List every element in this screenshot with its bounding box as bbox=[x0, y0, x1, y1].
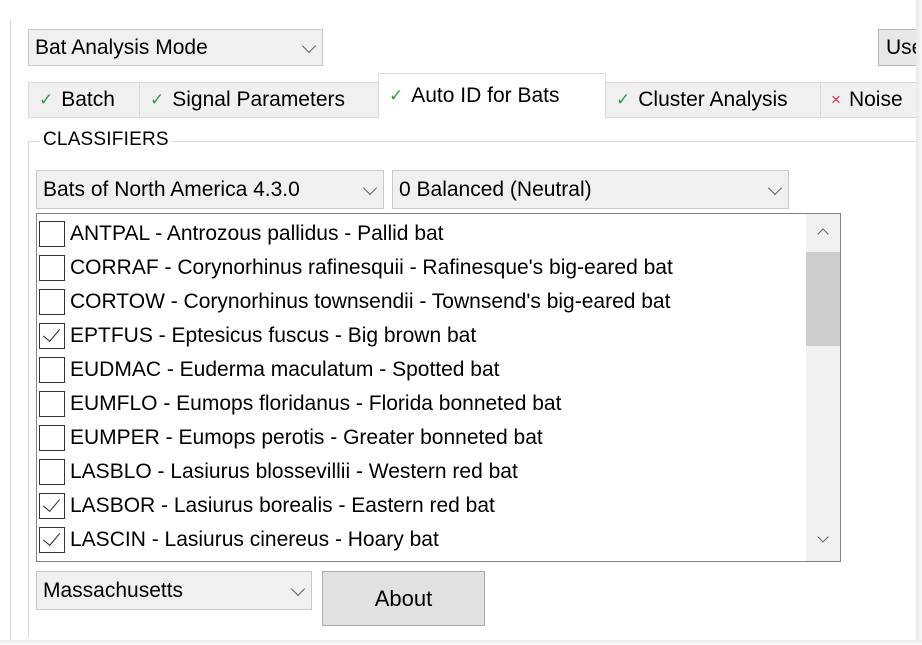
species-label: EUMPER - Eumops perotis - Greater bonnet… bbox=[70, 426, 543, 449]
chevron-down-icon bbox=[767, 180, 783, 195]
species-label: LASBLO - Lasiurus blossevillii - Western… bbox=[70, 460, 518, 483]
region-select[interactable]: Massachusetts bbox=[36, 571, 312, 610]
window-border bbox=[10, 20, 11, 640]
region-select-value: Massachusetts bbox=[43, 579, 184, 602]
species-checkbox[interactable] bbox=[39, 459, 65, 485]
about-button[interactable]: About bbox=[322, 571, 485, 626]
check-icon: ✓ bbox=[616, 90, 631, 109]
species-label: EPTFUS - Eptesicus fuscus - Big brown ba… bbox=[70, 324, 477, 347]
tab-batch[interactable]: ✓ Batch bbox=[28, 82, 140, 117]
balance-select-value: 0 Balanced (Neutral) bbox=[399, 178, 592, 201]
species-checkbox[interactable] bbox=[39, 289, 65, 315]
tab-label: Batch bbox=[61, 88, 115, 111]
tab-noise[interactable]: × Noise bbox=[820, 82, 916, 117]
species-label: EUMFLO - Eumops floridanus - Florida bon… bbox=[70, 392, 562, 415]
tab-label: Noise bbox=[848, 88, 903, 111]
species-label: LASCIN - Lasiurus cinereus - Hoary bat bbox=[70, 528, 439, 551]
user-button[interactable]: Use bbox=[878, 29, 916, 66]
species-label: LASBOR - Lasiurus borealis - Eastern red… bbox=[70, 494, 495, 517]
check-icon: ✓ bbox=[39, 90, 54, 109]
species-checkbox[interactable] bbox=[39, 221, 65, 247]
user-button-label: Use bbox=[886, 35, 916, 59]
species-label: CORRAF - Corynorhinus rafinesquii - Rafi… bbox=[70, 256, 673, 279]
list-item[interactable]: EUMPER - Eumops perotis - Greater bonnet… bbox=[39, 421, 543, 455]
chevron-up-icon[interactable] bbox=[817, 228, 829, 240]
species-checkbox[interactable] bbox=[39, 493, 65, 519]
chevron-down-icon bbox=[290, 581, 306, 596]
species-list[interactable]: ANTPAL - Antrozous pallidus - Pallid bat… bbox=[36, 213, 841, 562]
balance-select[interactable]: 0 Balanced (Neutral) bbox=[392, 170, 789, 209]
mode-select[interactable]: Bat Analysis Mode bbox=[28, 29, 323, 66]
list-item[interactable]: EUMFLO - Eumops floridanus - Florida bon… bbox=[39, 387, 561, 421]
tab-label: Signal Parameters bbox=[172, 88, 345, 111]
scrollbar-thumb[interactable] bbox=[806, 252, 840, 346]
tab-label: Cluster Analysis bbox=[638, 88, 788, 111]
check-icon: ✓ bbox=[150, 90, 165, 109]
species-checkbox[interactable] bbox=[39, 391, 65, 417]
list-item[interactable]: LASBLO - Lasiurus blossevillii - Western… bbox=[39, 455, 518, 489]
list-item[interactable]: CORRAF - Corynorhinus rafinesquii - Rafi… bbox=[39, 251, 673, 285]
tab-cluster-analysis[interactable]: ✓ Cluster Analysis bbox=[605, 82, 821, 117]
vertical-scrollbar[interactable] bbox=[806, 214, 840, 561]
species-label: CORTOW - Corynorhinus townsendii - Towns… bbox=[70, 290, 671, 313]
chevron-down-icon bbox=[362, 180, 378, 195]
species-checkbox[interactable] bbox=[39, 255, 65, 281]
app-window: Bat Analysis Mode Use ✓ Batch ✓ Signal P… bbox=[0, 0, 922, 640]
species-label: EUDMAC - Euderma maculatum - Spotted bat bbox=[70, 358, 500, 381]
tab-signal-parameters[interactable]: ✓ Signal Parameters bbox=[139, 82, 379, 117]
list-item[interactable]: LASBOR - Lasiurus borealis - Eastern red… bbox=[39, 489, 495, 523]
classifier-select[interactable]: Bats of North America 4.3.0 bbox=[36, 170, 384, 209]
species-label: ANTPAL - Antrozous pallidus - Pallid bat bbox=[70, 222, 444, 245]
list-item[interactable]: ANTPAL - Antrozous pallidus - Pallid bat bbox=[39, 217, 444, 251]
species-checkbox[interactable] bbox=[39, 527, 65, 553]
species-checkbox[interactable] bbox=[39, 425, 65, 451]
check-icon: ✓ bbox=[389, 86, 404, 105]
species-checkbox[interactable] bbox=[39, 357, 65, 383]
mode-select-value: Bat Analysis Mode bbox=[35, 36, 208, 59]
cross-icon: × bbox=[831, 90, 841, 109]
list-item[interactable]: EUDMAC - Euderma maculatum - Spotted bat bbox=[39, 353, 500, 387]
window-shadow bbox=[0, 640, 922, 645]
chevron-down-icon[interactable] bbox=[817, 531, 829, 543]
list-item[interactable]: LASCIN - Lasiurus cinereus - Hoary bat bbox=[39, 523, 439, 557]
classifiers-title: CLASSIFIERS bbox=[40, 129, 172, 151]
chevron-down-icon bbox=[301, 38, 317, 53]
about-button-label: About bbox=[374, 585, 433, 611]
tab-label: Auto ID for Bats bbox=[411, 84, 560, 107]
tab-auto-id-for-bats[interactable]: ✓ Auto ID for Bats bbox=[378, 73, 606, 118]
list-item[interactable]: EPTFUS - Eptesicus fuscus - Big brown ba… bbox=[39, 319, 476, 353]
species-checkbox[interactable] bbox=[39, 323, 65, 349]
classifier-select-value: Bats of North America 4.3.0 bbox=[43, 178, 300, 201]
list-item[interactable]: CORTOW - Corynorhinus townsendii - Towns… bbox=[39, 285, 670, 319]
window-shadow bbox=[916, 0, 922, 645]
